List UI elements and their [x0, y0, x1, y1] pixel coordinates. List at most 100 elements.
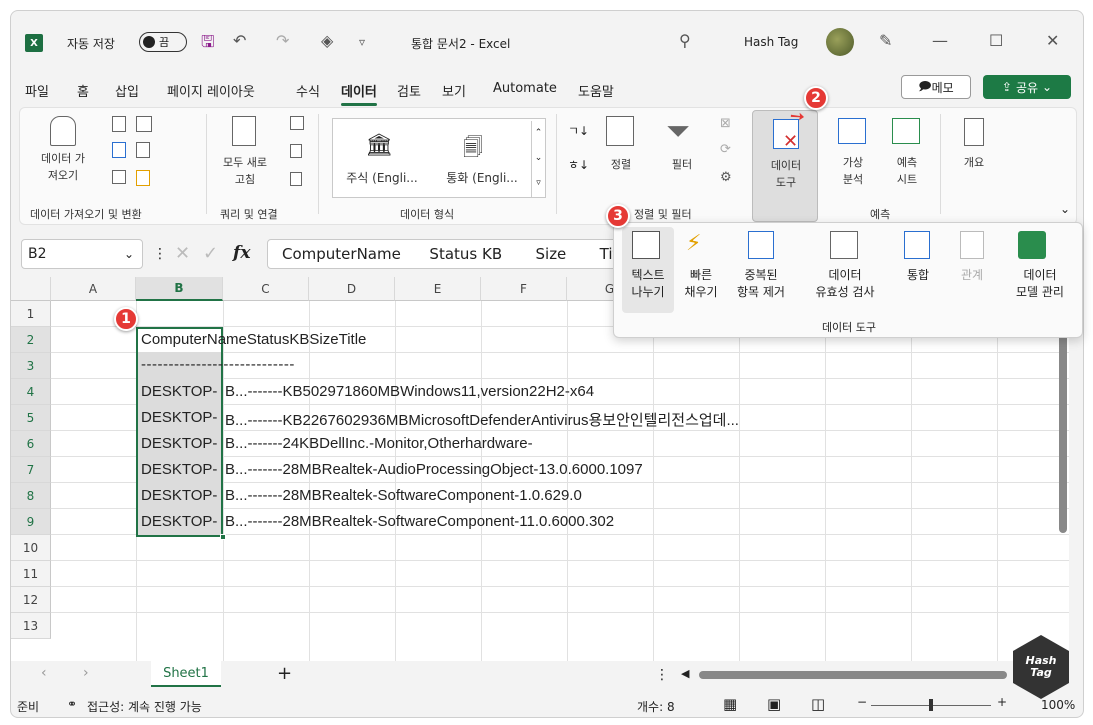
from-web-icon[interactable] [136, 116, 152, 132]
zoom-level[interactable]: 100% [1041, 698, 1075, 712]
fx-icon[interactable]: fx [233, 243, 250, 263]
tab-page-layout[interactable]: 페이지 레이아웃 [167, 81, 255, 100]
refresh-all-button[interactable]: 모두 새로 고침 [210, 154, 280, 188]
stocks-button[interactable]: 주식 (Engli... [337, 169, 427, 186]
column-header[interactable]: A [51, 277, 136, 301]
currency-button[interactable]: 통화 (Engli... [437, 169, 527, 186]
tab-automate[interactable]: Automate [493, 81, 557, 96]
filter-button[interactable]: 필터 [664, 156, 700, 172]
page-break-view-icon[interactable]: ◫ [811, 695, 825, 713]
gallery-scroll[interactable]: ⌃ ⌄ ▿ [531, 121, 545, 197]
row-header[interactable]: 8 [11, 483, 51, 509]
row-header[interactable]: 3 [11, 353, 51, 379]
share-button[interactable]: ⇪ 공유 ⌄ [983, 75, 1071, 99]
row-header[interactable]: 5 [11, 405, 51, 431]
accessibility-status[interactable]: 접근성: 계속 진행 가능 [87, 698, 202, 715]
column-header[interactable]: D [309, 277, 395, 301]
data-source-icon[interactable] [136, 170, 150, 186]
tab-review[interactable]: 검토 [397, 81, 421, 100]
what-if-button[interactable]: 가상 분석 [828, 154, 878, 188]
cell-b8[interactable]: DESKTOP- [141, 487, 221, 504]
sort-desc-icon[interactable]: ㅎ↓ [568, 156, 589, 173]
advanced-filter-icon[interactable]: ⚙ [720, 170, 732, 185]
clear-filter-icon[interactable]: ⊠ [720, 116, 731, 131]
from-table-icon[interactable] [112, 142, 126, 158]
relationships-button[interactable]: 관계 [952, 267, 992, 284]
normal-view-icon[interactable]: ▦ [723, 695, 737, 713]
row-header[interactable]: 12 [11, 587, 51, 613]
tab-data[interactable]: 데이터 [341, 81, 377, 106]
tab-home[interactable]: 홈 [77, 81, 89, 100]
sort-button[interactable]: 정렬 [604, 156, 638, 172]
cell-b5[interactable]: DESKTOP- [141, 409, 221, 426]
column-header[interactable]: C [223, 277, 309, 301]
repair-icon[interactable]: ◈ [321, 31, 333, 50]
cell-c7[interactable]: B...-------28MBRealtek-AudioProcessingOb… [225, 461, 643, 478]
cell-c9[interactable]: B...-------28MBRealtek-SoftwareComponent… [225, 513, 614, 530]
flash-fill-button[interactable]: 빠른 채우기 [676, 267, 726, 301]
autosave-toggle[interactable]: 끔 [139, 32, 187, 52]
add-sheet-icon[interactable]: + [277, 663, 292, 684]
maximize-icon[interactable]: ☐ [989, 31, 1003, 50]
data-tools-button[interactable]: ✕ 데이터 도구 [752, 110, 818, 222]
fill-handle[interactable] [220, 534, 226, 540]
row-header[interactable]: 13 [11, 613, 51, 639]
cancel-icon[interactable]: ✕ [175, 243, 190, 264]
row-header[interactable]: 4 [11, 379, 51, 405]
row-header[interactable]: 6 [11, 431, 51, 457]
horizontal-scrollbar[interactable] [699, 671, 1007, 679]
name-box[interactable]: B2 ⌄ [21, 239, 143, 269]
cell-b3[interactable]: ---------------------------- [141, 356, 295, 373]
cell-c4[interactable]: B...-------KB502971860MBWindows11,versio… [225, 383, 594, 400]
scroll-left-icon[interactable]: ◀ [681, 667, 689, 680]
consolidate-button[interactable]: 통합 [898, 267, 938, 284]
save-icon[interactable]: 🖫 [201, 31, 215, 58]
cell-c6[interactable]: B...-------24KBDellInc.-Monitor,Otherhar… [225, 435, 533, 452]
pen-icon[interactable]: ✎ [879, 31, 892, 50]
prev-sheet-icon[interactable]: ‹ [41, 665, 47, 681]
outline-button[interactable]: 개요 [954, 154, 994, 171]
page-layout-view-icon[interactable]: ▣ [767, 695, 781, 713]
forecast-sheet-button[interactable]: 예측 시트 [884, 154, 930, 188]
recent-sources-icon[interactable] [136, 142, 150, 158]
get-data-button[interactable]: 데이터 가 져오기 [28, 150, 98, 184]
zoom-in-icon[interactable]: + [997, 695, 1007, 709]
column-header[interactable]: F [481, 277, 567, 301]
edit-links-icon[interactable] [290, 172, 302, 186]
close-icon[interactable]: ✕ [1046, 31, 1059, 50]
cell-b6[interactable]: DESKTOP- [141, 435, 221, 452]
queries-icon[interactable] [290, 116, 304, 130]
row-header[interactable]: 9 [11, 509, 51, 535]
cell-c5[interactable]: B...-------KB2267602936MBMicrosoftDefend… [225, 409, 739, 430]
redo-icon[interactable]: ↷ [276, 31, 289, 50]
sort-asc-icon[interactable]: ㄱ↓ [568, 122, 589, 139]
avatar[interactable] [826, 28, 854, 56]
reapply-icon[interactable]: ⟳ [720, 142, 731, 157]
row-header[interactable]: 11 [11, 561, 51, 587]
data-model-button[interactable]: 데이터 모델 관리 [1002, 267, 1078, 301]
cell-c8[interactable]: B...-------28MBRealtek-SoftwareComponent… [225, 487, 582, 504]
collapse-ribbon-icon[interactable]: ⌄ [1060, 202, 1070, 216]
undo-icon[interactable]: ↶ [233, 31, 246, 50]
next-sheet-icon[interactable]: › [83, 665, 89, 681]
column-header[interactable]: B [136, 277, 223, 301]
search-icon[interactable]: ⚲ [679, 31, 691, 50]
row-header[interactable]: 2 [11, 327, 51, 353]
text-to-columns-button[interactable]: 텍스트 나누기 [624, 267, 672, 301]
cell-b9[interactable]: DESKTOP- [141, 513, 221, 530]
tab-formulas[interactable]: 수식 [296, 81, 320, 100]
tab-help[interactable]: 도움말 [578, 81, 614, 100]
data-validation-button[interactable]: 데이터 유효성 검사 [800, 267, 890, 301]
sheet-tab[interactable]: Sheet1 [151, 661, 221, 687]
row-header[interactable]: 10 [11, 535, 51, 561]
tab-file[interactable]: 파일 [25, 81, 49, 100]
existing-connections-icon[interactable] [112, 170, 126, 184]
enter-icon[interactable]: ✓ [203, 243, 218, 264]
tab-insert[interactable]: 삽입 [115, 81, 139, 100]
minimize-icon[interactable]: — [932, 31, 948, 50]
memo-button[interactable]: 🗩 메모 [901, 75, 971, 99]
select-all-corner[interactable] [11, 277, 51, 301]
customize-qat-icon[interactable]: ▿ [359, 35, 365, 49]
remove-duplicates-button[interactable]: 중복된 항목 제거 [728, 267, 794, 301]
cell-b7[interactable]: DESKTOP- [141, 461, 221, 478]
